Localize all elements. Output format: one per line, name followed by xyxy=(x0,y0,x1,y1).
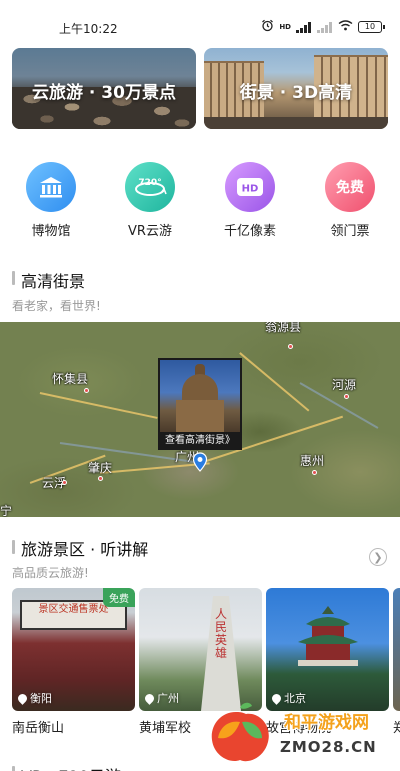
signal-icon xyxy=(296,21,312,33)
scenic-card-palace-museum[interactable]: 北京 xyxy=(266,588,389,711)
cathedral-body xyxy=(176,400,224,432)
section-marker xyxy=(12,766,15,771)
map-road xyxy=(39,392,158,419)
map-road xyxy=(239,352,310,412)
map-city-dot xyxy=(344,394,349,399)
scenic-card-name[interactable]: 南岳衡山 xyxy=(12,717,64,736)
street-section-subtitle: 看老家，看世界! xyxy=(12,299,101,313)
vr-720-icon: 720° xyxy=(125,162,175,212)
cathedral-photo xyxy=(160,360,240,432)
battery-level: 10 xyxy=(364,22,376,31)
section-marker xyxy=(12,540,15,554)
scenic-card-partial[interactable] xyxy=(393,588,400,711)
card-location: 广州 xyxy=(143,690,179,706)
hd-icon: HD xyxy=(225,162,275,212)
free-badge: 免费 xyxy=(103,588,135,607)
street-section-title: 高清街景 xyxy=(21,272,86,291)
museum-icon xyxy=(26,162,76,212)
map-label: 河源 xyxy=(332,378,357,392)
map-city-dot xyxy=(312,470,317,475)
street-view-link[interactable]: 查看高清街景》 xyxy=(160,432,240,450)
cloud-travel-banner[interactable]: 云旅游 · 30万景点 xyxy=(12,48,196,129)
street-view-preview-card[interactable]: 查看高清街景》 xyxy=(158,358,242,450)
vr-badge-text: 720° xyxy=(138,178,161,188)
scenic-section-subtitle: 高品质云旅游! xyxy=(12,566,89,580)
map-city-dot xyxy=(288,344,293,349)
museum-label: 博物馆 xyxy=(31,224,71,239)
status-bar: 上午10:22 HD 10 xyxy=(0,0,400,40)
status-icons: HD 10 xyxy=(261,19,385,35)
map-city-dot xyxy=(84,388,89,393)
hd-badge-text: HD xyxy=(242,184,259,195)
free-ticket-label: 领门票 xyxy=(330,224,370,239)
street-view-banner-label: 街景 · 3D高清 xyxy=(239,83,353,103)
battery-icon: 10 xyxy=(358,21,385,33)
map-city-dot xyxy=(62,480,67,485)
location-pin-icon xyxy=(143,691,156,705)
scenic-card-whampoa[interactable]: 人民英雄 广州 xyxy=(139,588,262,711)
wifi-icon xyxy=(338,20,353,34)
alarm-icon xyxy=(261,19,274,35)
scenic-more-button[interactable]: ❯ xyxy=(369,548,387,566)
map-label: 惠州 xyxy=(300,454,325,468)
vr-tour-button[interactable]: 720° VR云游 xyxy=(115,162,185,239)
watermark-text: 和平游戏网 xyxy=(284,713,369,733)
scenic-card-name[interactable]: 黄埔军校 xyxy=(139,717,191,736)
chevron-right-icon: ❯ xyxy=(373,550,383,564)
free-ticket-badge-text: 免费 xyxy=(336,180,364,196)
street-image xyxy=(204,117,388,129)
card-location-text: 广州 xyxy=(157,692,179,705)
pagoda-image xyxy=(298,606,358,666)
network-type-label: HD xyxy=(279,23,291,31)
scenic-card-hengshan[interactable]: 景区交通售票处 免费 衡阳 xyxy=(12,588,135,711)
map-city-dot xyxy=(98,476,103,481)
cloud-travel-banner-label: 云旅游 · 30万景点 xyxy=(32,83,176,103)
status-time: 上午10:22 xyxy=(59,22,118,36)
map-label: 宁 xyxy=(0,504,13,517)
section-marker xyxy=(12,271,15,285)
map-label: 翁源县 xyxy=(265,322,302,334)
location-pin-icon[interactable] xyxy=(192,452,208,472)
vr-section-title: VR · 720云游 xyxy=(21,763,121,771)
location-pin-icon xyxy=(16,691,29,705)
scenic-section-title: 旅游景区 · 听讲解 xyxy=(21,540,149,559)
free-ticket-button[interactable]: 免费 领门票 xyxy=(315,162,385,239)
gigapixel-label: 千亿像素 xyxy=(223,224,276,239)
map-label: 怀集县 xyxy=(52,372,89,386)
street-view-banner[interactable]: 街景 · 3D高清 xyxy=(204,48,388,129)
vr-tour-label: VR云游 xyxy=(128,224,172,239)
card-location-text: 衡阳 xyxy=(30,692,52,705)
map-label: 肇庆 xyxy=(88,461,113,475)
watermark-url: ZMO28.CN xyxy=(280,738,377,756)
free-ticket-icon: 免费 xyxy=(325,162,375,212)
card-location: 衡阳 xyxy=(16,690,52,706)
museum-button[interactable]: 博物馆 xyxy=(16,162,86,239)
gigapixel-button[interactable]: HD 千亿像素 xyxy=(215,162,285,239)
signal-icon-2 xyxy=(317,21,333,33)
monument-text: 人民英雄 xyxy=(214,607,227,660)
